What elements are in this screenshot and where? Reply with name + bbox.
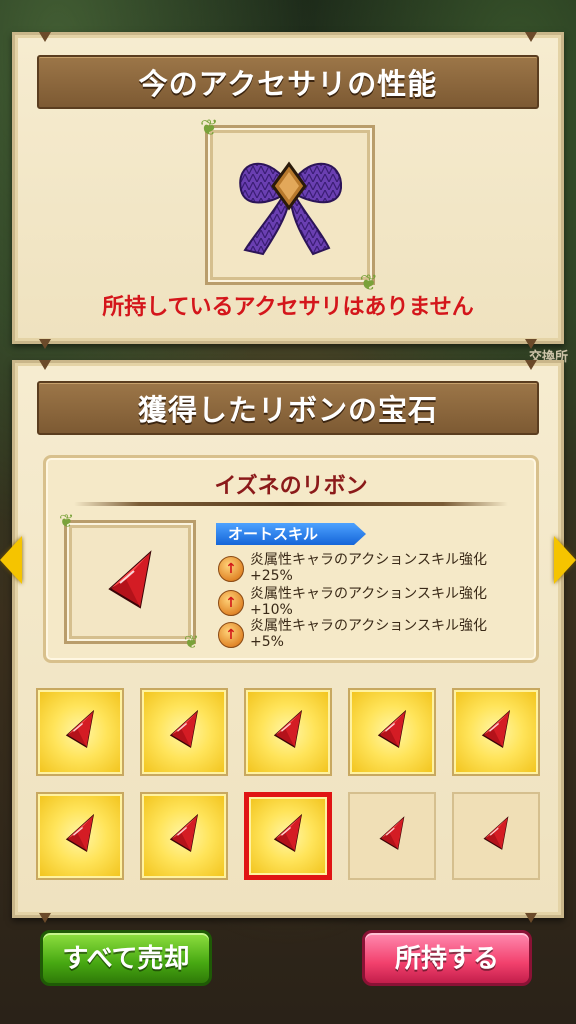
- red-gem-icon: [108, 550, 152, 609]
- panel-stud: [39, 32, 51, 42]
- auto-skill-label: オートスキル: [216, 523, 366, 545]
- purple-ribbon-icon: [239, 161, 343, 256]
- gem-slot[interactable]: [140, 688, 228, 776]
- red-gem-icon: [377, 709, 407, 749]
- gem-wrap: [167, 813, 201, 859]
- gem-wrap: [377, 816, 407, 857]
- divider: [74, 502, 508, 506]
- gem-slot[interactable]: [452, 792, 540, 880]
- ribbon-detail-card: イズネのリボン ❦ ❦ オートスキル ↑ 炎属性キャラのアクションスキル強化+2…: [43, 455, 539, 663]
- gem-slot[interactable]: [348, 792, 436, 880]
- gem-wrap: [271, 813, 305, 859]
- red-gem-icon: [65, 813, 95, 853]
- gem-frame: ❦ ❦: [59, 511, 199, 653]
- vine-decoration-icon: ❦: [183, 632, 199, 653]
- current-accessory-title: 今のアクセサリの性能: [37, 55, 539, 109]
- panel-stud: [39, 339, 51, 349]
- previous-arrow-icon[interactable]: [0, 536, 22, 584]
- next-arrow-icon[interactable]: [554, 536, 576, 584]
- gem-wrap: [63, 709, 97, 755]
- current-accessory-panel: 今のアクセサリの性能 ❦ ❦ 所持しているアクセサリはありません: [12, 32, 564, 349]
- panel-stud: [525, 913, 537, 923]
- fire-attribute-up-icon: ↑: [218, 622, 244, 648]
- panel-stud: [39, 913, 51, 923]
- ribbon-name: イズネのリボン: [214, 474, 368, 499]
- equip-button[interactable]: 所持する: [362, 930, 532, 986]
- red-gem-icon: [65, 709, 95, 749]
- skill-text: 炎属性キャラのアクションスキル強化+25%: [250, 552, 488, 584]
- gem-slot[interactable]: [36, 688, 124, 776]
- red-gem-icon: [273, 709, 303, 749]
- red-gem-icon: [483, 816, 509, 850]
- skill-text: 炎属性キャラのアクションスキル強化+10%: [250, 586, 488, 618]
- panel-stud: [525, 360, 537, 370]
- gem-slot-selected[interactable]: [244, 792, 332, 880]
- gem-wrap: [63, 813, 97, 859]
- red-gem-icon: [481, 709, 511, 749]
- gem-wrap: [481, 816, 511, 857]
- skill-line: ↑ 炎属性キャラのアクションスキル強化+5%: [218, 618, 518, 662]
- gem-slot[interactable]: [244, 688, 332, 776]
- panel-stud: [525, 32, 537, 42]
- gem-wrap: [271, 709, 305, 755]
- obtained-gems-title: 獲得したリボンの宝石: [37, 381, 539, 435]
- skill-text: 炎属性キャラのアクションスキル強化+5%: [250, 618, 488, 650]
- gem-slot[interactable]: [348, 688, 436, 776]
- gem-wrap: [479, 709, 513, 755]
- red-gem-icon: [379, 816, 405, 850]
- vine-decoration-icon: ❦: [59, 511, 75, 532]
- vine-decoration-icon: ❦: [200, 116, 219, 141]
- gem-slot[interactable]: [36, 792, 124, 880]
- red-gem-icon: [273, 813, 303, 853]
- gem-wrap: [375, 709, 409, 755]
- fire-attribute-up-icon: ↑: [218, 590, 244, 616]
- fire-attribute-up-icon: ↑: [218, 556, 244, 582]
- red-gem-icon: [169, 709, 199, 749]
- sell-all-button[interactable]: すべて売却: [40, 930, 212, 986]
- red-gem-icon: [169, 813, 199, 853]
- accessory-frame: ❦ ❦: [200, 116, 378, 296]
- gem-wrap: [167, 709, 201, 755]
- no-accessory-message: 所持しているアクセサリはありません: [102, 295, 474, 320]
- panel-stud: [39, 360, 51, 370]
- gem-slot[interactable]: [452, 688, 540, 776]
- gem-slot[interactable]: [140, 792, 228, 880]
